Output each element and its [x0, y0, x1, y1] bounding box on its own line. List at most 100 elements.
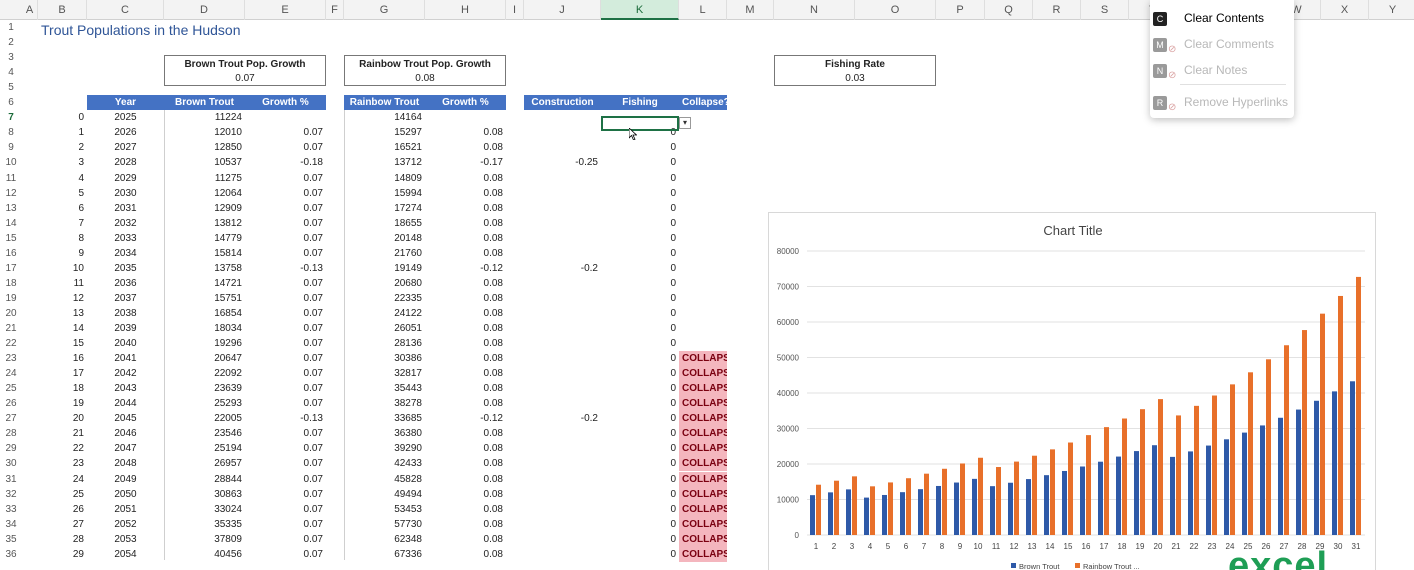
- cell-rainbow-trout[interactable]: 22335: [344, 291, 425, 306]
- bar-rainbow-trout[interactable]: [1104, 427, 1109, 535]
- cell-rainbow-growth[interactable]: 0.08: [425, 517, 506, 532]
- cell-fishing[interactable]: 0: [601, 276, 679, 291]
- cell-year[interactable]: 2046: [87, 426, 164, 441]
- bar-rainbow-trout[interactable]: [1140, 409, 1145, 535]
- cell-fishing[interactable]: 0: [601, 487, 679, 502]
- bar-brown-trout[interactable]: [1134, 451, 1139, 535]
- cell-collapse[interactable]: COLLAPSE: [679, 441, 727, 457]
- cell-index[interactable]: 8: [38, 231, 87, 246]
- bar-brown-trout[interactable]: [1314, 400, 1319, 535]
- cell-brown-trout[interactable]: 13758: [164, 261, 245, 276]
- cell-brown-growth[interactable]: 0.07: [245, 306, 326, 321]
- bar-brown-trout[interactable]: [936, 485, 941, 535]
- cell-construction[interactable]: [524, 456, 601, 471]
- cell-brown-trout[interactable]: 11224: [164, 110, 245, 125]
- legend-label[interactable]: Brown Trout: [1019, 562, 1060, 570]
- bar-rainbow-trout[interactable]: [1338, 295, 1343, 535]
- cell-brown-trout[interactable]: 22092: [164, 366, 245, 381]
- bar-rainbow-trout[interactable]: [1050, 449, 1055, 535]
- cell-year[interactable]: 2047: [87, 441, 164, 456]
- cell-brown-growth[interactable]: [245, 110, 326, 125]
- cell-rainbow-trout[interactable]: 17274: [344, 201, 425, 216]
- cell-brown-growth[interactable]: 0.07: [245, 291, 326, 306]
- cell-brown-growth[interactable]: 0.07: [245, 517, 326, 532]
- bar-rainbow-trout[interactable]: [1194, 405, 1199, 535]
- cell-index[interactable]: 25: [38, 487, 87, 502]
- bar-brown-trout[interactable]: [810, 495, 815, 535]
- menu-item-clear-comments[interactable]: M ⊘ Clear Comments: [1150, 32, 1294, 56]
- cell-year[interactable]: 2027: [87, 140, 164, 155]
- cell-index[interactable]: 13: [38, 306, 87, 321]
- cell-rainbow-trout[interactable]: 30386: [344, 351, 425, 366]
- cell-construction[interactable]: -0.25: [524, 155, 601, 170]
- cell-brown-growth[interactable]: 0.07: [245, 547, 326, 562]
- cell-rainbow-trout[interactable]: 24122: [344, 306, 425, 321]
- cell-construction[interactable]: [524, 351, 601, 366]
- cell-construction[interactable]: [524, 426, 601, 441]
- header-rainbow-growth[interactable]: Growth %: [425, 95, 506, 111]
- bar-rainbow-trout[interactable]: [960, 463, 965, 535]
- bar-rainbow-trout[interactable]: [906, 478, 911, 535]
- cell-construction[interactable]: [524, 396, 601, 411]
- cell-brown-trout[interactable]: 33024: [164, 502, 245, 517]
- cell-brown-trout[interactable]: 14779: [164, 231, 245, 246]
- bar-brown-trout[interactable]: [990, 486, 995, 535]
- bar-brown-trout[interactable]: [1242, 432, 1247, 535]
- chart-title[interactable]: Chart Title: [1043, 223, 1102, 238]
- bar-rainbow-trout[interactable]: [1302, 330, 1307, 535]
- cell-fishing[interactable]: 0: [601, 155, 679, 170]
- cell-rainbow-growth[interactable]: -0.12: [425, 261, 506, 276]
- cell-index[interactable]: 19: [38, 396, 87, 411]
- bar-rainbow-trout[interactable]: [978, 457, 983, 535]
- cell-rainbow-trout[interactable]: 21760: [344, 246, 425, 261]
- cell-year[interactable]: 2049: [87, 472, 164, 487]
- bar-brown-trout[interactable]: [972, 478, 977, 535]
- cell-construction[interactable]: [524, 246, 601, 261]
- cell-rainbow-growth[interactable]: 0.08: [425, 381, 506, 396]
- cell-brown-trout[interactable]: 12064: [164, 186, 245, 201]
- bar-brown-trout[interactable]: [954, 482, 959, 535]
- cell-index[interactable]: 18: [38, 381, 87, 396]
- cell-brown-growth[interactable]: 0.07: [245, 140, 326, 155]
- header-collapse[interactable]: Collapse?: [679, 95, 727, 111]
- cell-index[interactable]: 1: [38, 125, 87, 140]
- cell-index[interactable]: 22: [38, 441, 87, 456]
- bar-rainbow-trout[interactable]: [1122, 418, 1127, 535]
- cell-brown-trout[interactable]: 40456: [164, 547, 245, 562]
- cell-rainbow-growth[interactable]: 0.08: [425, 231, 506, 246]
- bar-brown-trout[interactable]: [1188, 451, 1193, 535]
- bar-rainbow-trout[interactable]: [942, 468, 947, 535]
- cell-rainbow-trout[interactable]: 67336: [344, 547, 425, 562]
- cell-rainbow-growth[interactable]: 0.08: [425, 306, 506, 321]
- cell-brown-trout[interactable]: 23639: [164, 381, 245, 396]
- cell-construction[interactable]: [524, 532, 601, 547]
- cell-year[interactable]: 2044: [87, 396, 164, 411]
- cell-construction[interactable]: [524, 487, 601, 502]
- header-fishing[interactable]: Fishing: [601, 95, 679, 111]
- bar-brown-trout[interactable]: [1098, 461, 1103, 535]
- cell-index[interactable]: 5: [38, 186, 87, 201]
- cell-rainbow-trout[interactable]: 15994: [344, 186, 425, 201]
- cell-collapse[interactable]: COLLAPSE: [679, 381, 727, 397]
- cell-rainbow-trout[interactable]: 42433: [344, 456, 425, 471]
- cell-fishing[interactable]: 0: [601, 426, 679, 441]
- cell-index[interactable]: 21: [38, 426, 87, 441]
- cell-fishing[interactable]: 0: [601, 547, 679, 562]
- bar-rainbow-trout[interactable]: [834, 480, 839, 535]
- cell-year[interactable]: 2051: [87, 502, 164, 517]
- cell-brown-growth[interactable]: 0.07: [245, 426, 326, 441]
- cell-rainbow-trout[interactable]: 15297: [344, 125, 425, 140]
- cell-rainbow-growth[interactable]: 0.08: [425, 396, 506, 411]
- cell-collapse[interactable]: COLLAPSE: [679, 531, 727, 547]
- cell-index[interactable]: 16: [38, 351, 87, 366]
- bar-rainbow-trout[interactable]: [1176, 415, 1181, 535]
- brown-growth-box[interactable]: Brown Trout Pop. Growth 0.07: [164, 55, 326, 86]
- cell-rainbow-growth[interactable]: 0.08: [425, 532, 506, 547]
- cell-index[interactable]: 2: [38, 140, 87, 155]
- cell-construction[interactable]: [524, 140, 601, 155]
- cell-rainbow-growth[interactable]: 0.08: [425, 246, 506, 261]
- bar-brown-trout[interactable]: [1278, 417, 1283, 535]
- cell-index[interactable]: 7: [38, 216, 87, 231]
- bar-brown-trout[interactable]: [1296, 409, 1301, 535]
- cell-year[interactable]: 2036: [87, 276, 164, 291]
